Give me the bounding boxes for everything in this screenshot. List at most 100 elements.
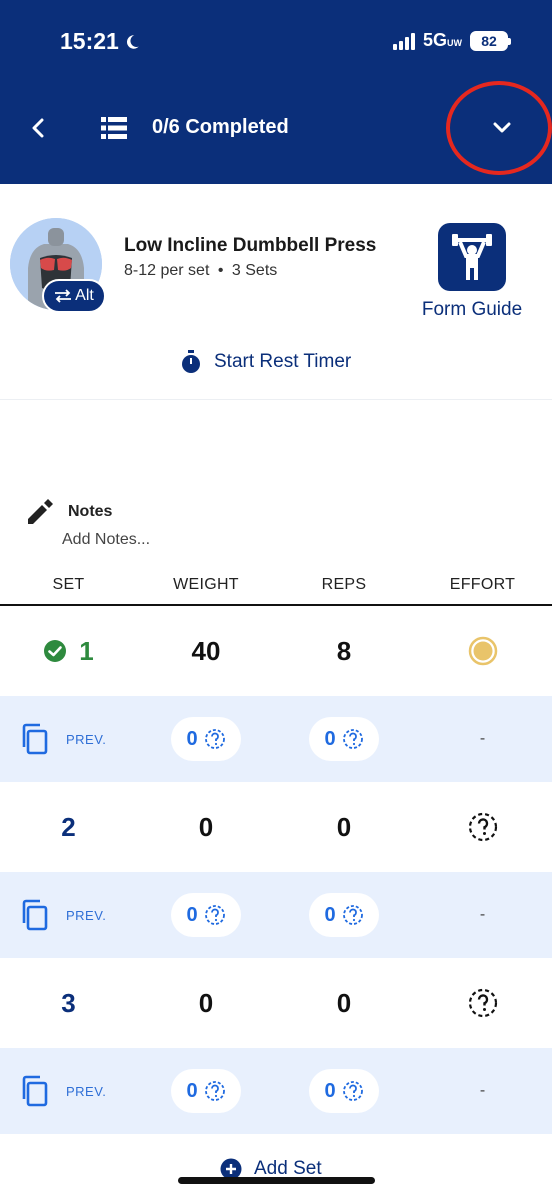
reps-value: 0: [336, 987, 352, 1018]
alternate-exercise-button[interactable]: Alt: [42, 279, 106, 313]
prev-reps-pill[interactable]: 0: [309, 717, 379, 761]
prev-weight-cell: 0: [137, 1048, 275, 1134]
set-number-cell: 3: [0, 958, 137, 1048]
status-time-text: 15:21: [60, 28, 119, 54]
prev-weight-pill[interactable]: 0: [171, 717, 241, 761]
reps-cell[interactable]: 8: [275, 606, 413, 696]
effort-cell[interactable]: [413, 782, 552, 872]
sets-count: 3 Sets: [231, 262, 278, 279]
set-number-cell: 2: [0, 782, 137, 872]
detail-separator: •: [217, 262, 224, 279]
prev-reps-cell: 0: [275, 696, 413, 782]
effort-cell[interactable]: [413, 606, 552, 696]
prev-weight-value: 0: [186, 727, 198, 750]
header-effort: EFFORT: [449, 576, 516, 593]
battery-level: 82: [481, 32, 497, 49]
prev-effort-value: -: [479, 730, 486, 747]
question-dashed-icon: [342, 729, 363, 749]
prev-weight-pill[interactable]: 0: [171, 1069, 241, 1113]
stopwatch-icon: [182, 350, 200, 373]
reps-value: 8: [336, 635, 352, 666]
weight-value: 0: [198, 811, 214, 842]
set-row-1[interactable]: 1 40 8: [0, 606, 552, 696]
notes-title: Notes: [68, 503, 113, 520]
copy-icon: [22, 899, 48, 931]
header-reps: REPS: [321, 576, 367, 593]
notes-section[interactable]: Notes: [24, 497, 112, 532]
prev-effort-cell: -: [413, 872, 552, 958]
moon-icon: [126, 34, 139, 49]
set-number-cell: 1: [0, 606, 137, 696]
set-row-3[interactable]: 3 0 0: [0, 958, 552, 1048]
highlight-circle: [446, 81, 552, 175]
prev-reps-pill[interactable]: 0: [309, 1069, 379, 1113]
rest-timer-label: Start Rest Timer: [214, 351, 352, 372]
back-button[interactable]: [24, 112, 52, 144]
completed-count: 0/6 Completed: [152, 116, 289, 138]
question-dashed-icon: [204, 905, 225, 925]
prev-effort-cell: -: [413, 1048, 552, 1134]
weight-value: 0: [198, 987, 214, 1018]
sets-table-header: SET WEIGHT REPS EFFORT: [0, 566, 552, 606]
start-rest-timer-button[interactable]: Start Rest Timer: [180, 350, 351, 374]
reps-cell[interactable]: 0: [275, 958, 413, 1048]
form-guide-label: Form Guide: [421, 299, 523, 320]
prev-weight-value: 0: [186, 903, 198, 926]
reps-range: 8-12 per set: [124, 262, 210, 279]
question-dashed-icon: [204, 1081, 225, 1101]
question-dashed-icon: [342, 905, 363, 925]
prev-label: PREV.: [66, 907, 107, 923]
copy-icon: [22, 723, 48, 755]
weight-cell[interactable]: 40: [137, 606, 275, 696]
form-guide-tile: [438, 223, 506, 291]
prev-weight-pill[interactable]: 0: [171, 893, 241, 937]
set-number: 3: [61, 987, 76, 1018]
prev-row-2: PREV. 0 0 -: [0, 872, 552, 958]
pencil-icon: [28, 499, 53, 524]
prev-effort-cell: -: [413, 696, 552, 782]
prev-effort-value: -: [479, 1082, 486, 1099]
set-row-2[interactable]: 2 0 0: [0, 782, 552, 872]
weight-cell[interactable]: 0: [137, 958, 275, 1048]
form-guide-button[interactable]: Form Guide: [412, 223, 532, 333]
prev-weight-cell: 0: [137, 696, 275, 782]
copy-prev-cell[interactable]: PREV.: [0, 696, 137, 782]
battery-icon: 82: [470, 30, 511, 51]
copy-prev-cell[interactable]: PREV.: [0, 872, 137, 958]
exercise-list-button[interactable]: [100, 114, 128, 142]
weight-cell[interactable]: 0: [137, 782, 275, 872]
copy-prev-cell[interactable]: PREV.: [0, 1048, 137, 1134]
question-dashed-icon: [204, 729, 225, 749]
prev-label: PREV.: [66, 1083, 107, 1099]
home-indicator[interactable]: [178, 1177, 375, 1184]
app-header: 15:21 5GUW 82 0/6 Completed: [0, 0, 552, 184]
network-suffix: UW: [447, 38, 462, 48]
network-label: 5GUW: [423, 30, 462, 51]
prev-reps-value: 0: [324, 903, 336, 926]
header-weight: WEIGHT: [173, 576, 239, 593]
prev-row-1: PREV. 0 0 -: [0, 696, 552, 782]
prev-effort-value: -: [479, 906, 486, 923]
effort-rated-icon: [468, 636, 497, 666]
effort-unrated-icon: [468, 812, 497, 842]
alt-label: Alt: [75, 287, 94, 304]
prev-weight-value: 0: [186, 1079, 198, 1102]
exercise-name[interactable]: Low Incline Dumbbell Press: [124, 235, 376, 257]
weight-value: 40: [191, 635, 221, 666]
signal-icon: [392, 32, 415, 50]
exercise-card: Alt Low Incline Dumbbell Press 8-12 per …: [0, 184, 552, 400]
set-number: 2: [61, 811, 76, 842]
notes-input[interactable]: Add Notes...: [62, 531, 150, 549]
reps-value: 0: [336, 811, 352, 842]
swap-icon: [55, 289, 72, 303]
effort-cell[interactable]: [413, 958, 552, 1048]
weightlifter-icon: [452, 234, 492, 280]
prev-reps-cell: 0: [275, 1048, 413, 1134]
prev-reps-value: 0: [324, 727, 336, 750]
status-time: 15:21: [60, 28, 141, 55]
prev-row-3: PREV. 0 0 -: [0, 1048, 552, 1134]
reps-cell[interactable]: 0: [275, 782, 413, 872]
prev-reps-value: 0: [324, 1079, 336, 1102]
prev-reps-pill[interactable]: 0: [309, 893, 379, 937]
set-number: 1: [79, 635, 94, 666]
